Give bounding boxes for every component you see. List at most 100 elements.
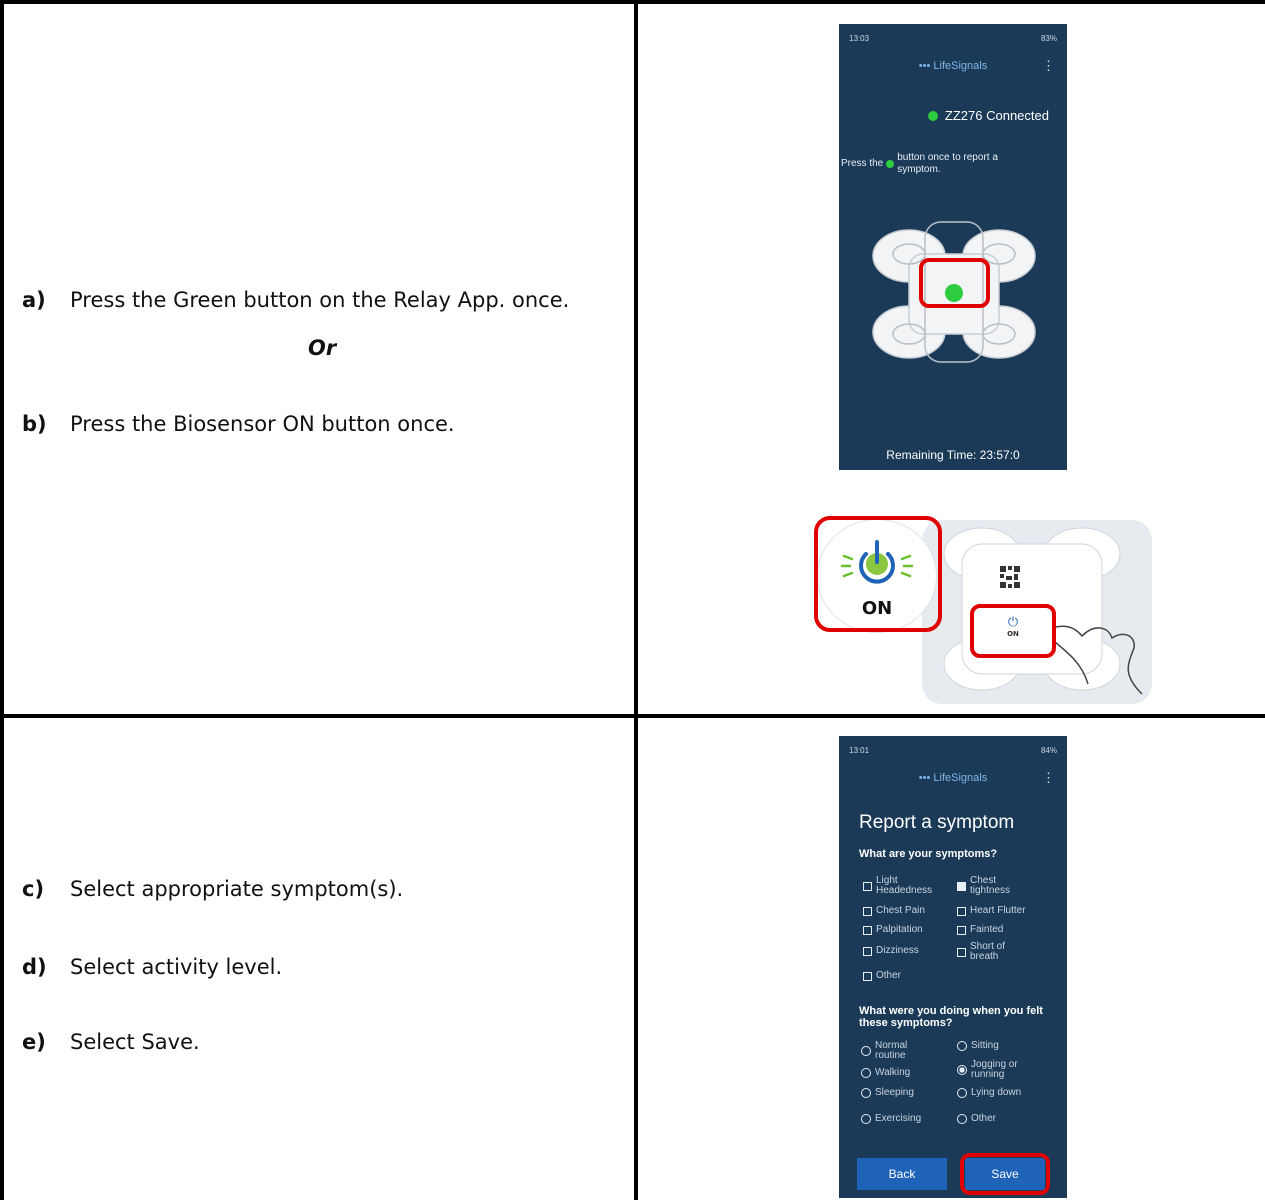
step-a-label: a) — [22, 288, 46, 312]
checkbox-icon — [863, 881, 872, 891]
checkbox-icon — [957, 925, 966, 935]
step-c-label: c) — [22, 877, 45, 901]
symptom-other[interactable]: Other — [863, 971, 901, 981]
activity-question: What were you doing when you felt these … — [859, 1005, 1043, 1029]
step-a: a) Press the Green button on the Relay A… — [22, 285, 590, 315]
activity-label: Jogging or running — [971, 1059, 1018, 1080]
symptom-label: Other — [876, 970, 902, 981]
activity-exercising[interactable]: Exercising — [861, 1114, 921, 1124]
activity-sleeping[interactable]: Sleeping — [861, 1088, 914, 1098]
symptom-label: Fainted — [970, 924, 1004, 935]
green-dot-icon — [886, 160, 895, 168]
small-on-highlight — [970, 604, 1056, 658]
symptom-chest-tightness[interactable]: Chest tightness — [957, 876, 1057, 896]
check-circle-icon — [927, 110, 938, 121]
checkbox-icon — [863, 971, 872, 981]
activity-label: Walking — [875, 1067, 911, 1078]
activity-label: Exercising — [875, 1113, 922, 1124]
brand-name: LifeSignals — [933, 772, 988, 784]
table-divider-vertical — [634, 0, 638, 1200]
symptom-fainted[interactable]: Fainted — [957, 925, 1003, 935]
radio-icon — [861, 1046, 871, 1056]
checkbox-icon — [957, 947, 966, 957]
checkbox-icon — [863, 906, 872, 916]
overflow-menu-icon[interactable]: ⋮ — [1042, 58, 1055, 74]
activity-jogging[interactable]: Jogging or running — [957, 1060, 1057, 1080]
step-d-label: d) — [22, 955, 47, 979]
activity-label: Lying down — [971, 1087, 1022, 1098]
or-text: Or — [308, 336, 337, 360]
symptom-label: Light Headedness — [876, 875, 933, 896]
connection-status-text: ZZ276 Connected — [944, 108, 1049, 123]
symptom-dizziness[interactable]: Dizziness — [863, 946, 919, 956]
radio-icon — [957, 1041, 967, 1051]
step-b-label: b) — [22, 412, 47, 436]
symptom-chest-pain[interactable]: Chest Pain — [863, 906, 925, 916]
brand-name: LifeSignals — [933, 60, 988, 72]
status-bar: 13:03 83% — [849, 34, 1057, 43]
activity-normal-routine[interactable]: Normal routine — [861, 1041, 941, 1061]
symptom-palpitation[interactable]: Palpitation — [863, 925, 923, 935]
app-brand: ••• LifeSignals — [839, 772, 1067, 784]
status-battery: 84% — [1040, 746, 1057, 755]
step-e-text: Select Save. — [70, 1030, 200, 1054]
relay-app-screenshot-report: 13:01 84% ••• LifeSignals ⋮ Report a sym… — [839, 736, 1067, 1198]
symptom-short-of-breath[interactable]: Short of breath — [957, 942, 1057, 962]
step-e: e) Select Save. — [22, 1027, 590, 1057]
table-border-top — [0, 0, 1265, 4]
relay-app-screenshot-home: 13:03 83% ••• LifeSignals ⋮ ZZ276 Connec… — [839, 24, 1067, 470]
radio-icon — [861, 1068, 871, 1078]
symptom-label: Palpitation — [876, 924, 923, 935]
step-c-text: Select appropriate symptom(s). — [70, 877, 404, 901]
symptom-label: Chest Pain — [876, 905, 925, 916]
save-button-highlight — [960, 1153, 1050, 1195]
checkbox-icon — [863, 925, 872, 935]
symptom-label: Dizziness — [876, 945, 919, 956]
table-divider-horizontal — [0, 714, 1265, 718]
radio-selected-icon — [957, 1065, 967, 1075]
qr-code-icon — [1000, 566, 1020, 588]
status-time: 13:01 — [849, 746, 870, 755]
activity-walking[interactable]: Walking — [861, 1068, 910, 1078]
brand-logo-icon: ••• — [918, 772, 934, 784]
radio-icon — [861, 1114, 871, 1124]
step-a-text: Press the Green button on the Relay App.… — [70, 288, 570, 312]
symptom-label: Short of breath — [970, 941, 1006, 962]
radio-icon — [861, 1088, 871, 1098]
symptom-heart-flutter[interactable]: Heart Flutter — [957, 906, 1026, 916]
activity-label: Other — [971, 1113, 997, 1124]
status-bar: 13:01 84% — [849, 746, 1057, 755]
step-d-text: Select activity level. — [70, 955, 283, 979]
checkbox-icon — [863, 946, 872, 956]
connection-status: ZZ276 Connected — [927, 108, 1049, 123]
checkbox-icon — [957, 906, 966, 916]
activity-lying-down[interactable]: Lying down — [957, 1088, 1021, 1098]
symptoms-question: What are your symptoms? — [859, 848, 998, 860]
remaining-time: Remaining Time: 23:57:0 — [886, 448, 1020, 462]
app-brand: ••• LifeSignals — [839, 60, 1067, 72]
symptom-label: Chest tightness — [970, 875, 1011, 896]
table-border-left — [0, 0, 4, 1200]
brand-logo-icon: ••• — [918, 60, 934, 72]
step-d: d) Select activity level. — [22, 952, 590, 982]
on-button-highlight — [814, 516, 942, 632]
status-battery: 83% — [1040, 34, 1057, 43]
activity-sitting[interactable]: Sitting — [957, 1041, 999, 1051]
biosensor-device-illustration: ⏻ ON ON — [812, 514, 1152, 704]
step-b: b) Press the Biosensor ON button once. — [22, 409, 590, 439]
step-b-text: Press the Biosensor ON button once. — [70, 412, 455, 436]
radio-icon — [957, 1088, 967, 1098]
back-button[interactable]: Back — [857, 1158, 947, 1190]
report-instruction: Press the button once to report a sympto… — [841, 152, 1065, 176]
activity-label: Sleeping — [875, 1087, 914, 1098]
symptom-label: Heart Flutter — [970, 905, 1026, 916]
overflow-menu-icon[interactable]: ⋮ — [1042, 770, 1055, 786]
step-c: c) Select appropriate symptom(s). — [22, 874, 590, 904]
checkbox-checked-icon — [957, 881, 966, 891]
instruction-prefix: Press the — [841, 158, 884, 169]
report-title: Report a symptom — [859, 812, 1015, 833]
radio-icon — [957, 1114, 967, 1124]
activity-other[interactable]: Other — [957, 1114, 996, 1124]
instruction-suffix: button once to report a symptom. — [897, 152, 998, 175]
symptom-light-headedness[interactable]: Light Headedness — [863, 876, 953, 896]
